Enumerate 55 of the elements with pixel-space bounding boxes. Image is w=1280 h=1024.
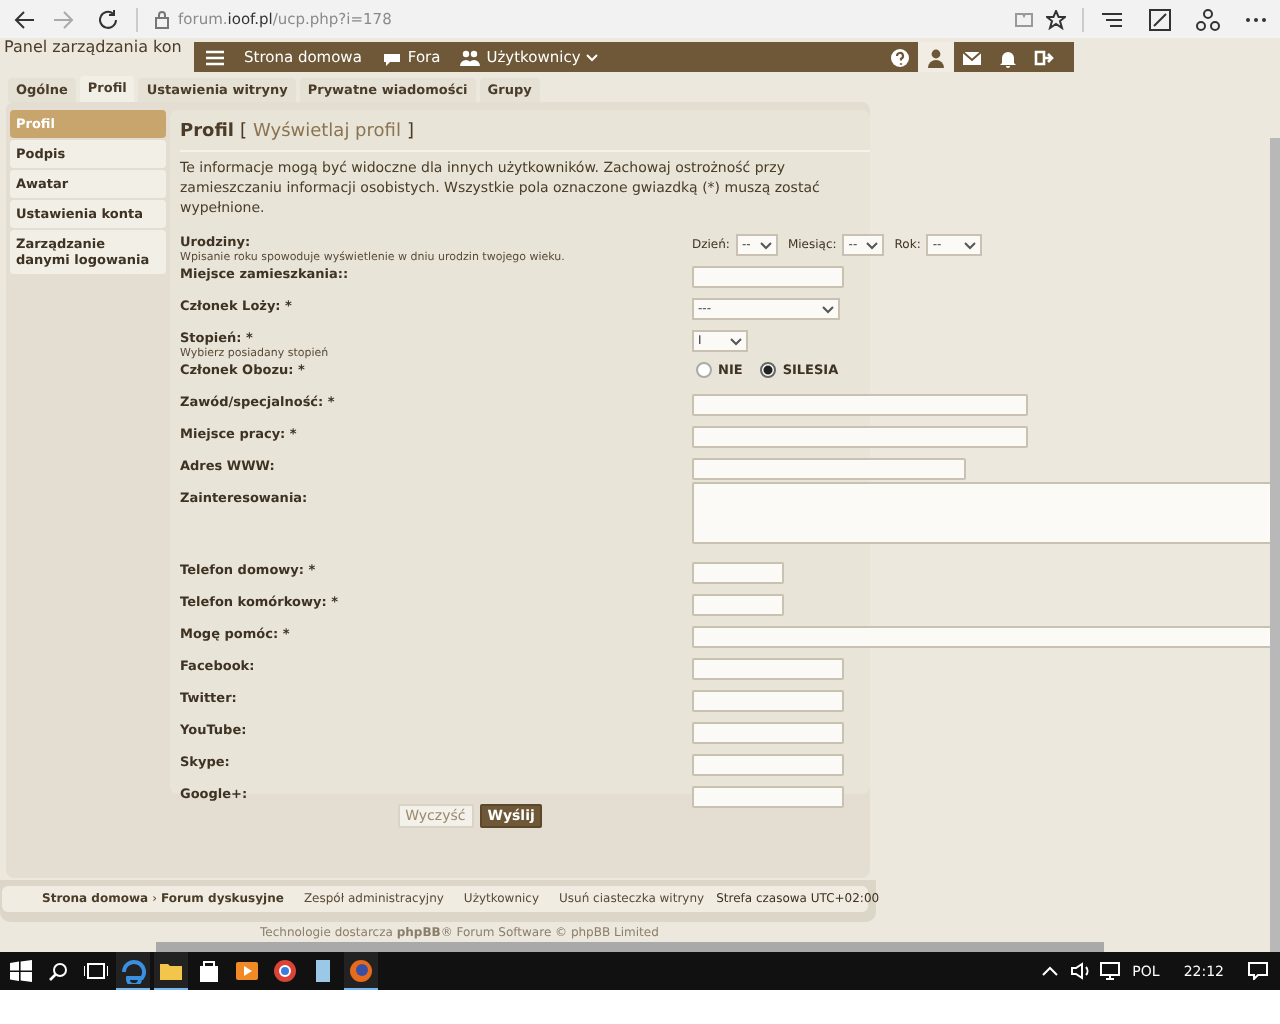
caret-icon (759, 241, 772, 249)
notification-icon[interactable] (1248, 962, 1268, 980)
caret-icon (730, 337, 742, 345)
caret-icon (822, 305, 834, 313)
caret-icon (866, 241, 879, 249)
input-field[interactable] (692, 394, 1028, 416)
input-field[interactable] (692, 722, 844, 744)
input-field[interactable] (692, 786, 844, 808)
envelope-icon (962, 47, 982, 67)
browser-icon (120, 957, 146, 983)
menu-icon[interactable] (206, 49, 224, 65)
radio-button[interactable] (696, 362, 712, 378)
reload-icon[interactable] (96, 7, 120, 31)
input-field[interactable] (692, 658, 844, 680)
input-field[interactable] (692, 594, 784, 616)
windows-start-icon[interactable] (10, 960, 32, 982)
page-heading: Panel zarządzania kon (2, 38, 184, 58)
speaker-icon[interactable] (1070, 962, 1091, 980)
logout-icon (1034, 47, 1054, 67)
lock-icon (154, 9, 170, 29)
star-icon[interactable] (1046, 9, 1066, 29)
bag-icon (196, 957, 222, 983)
vertical-scrollbar[interactable] (1270, 138, 1280, 952)
users-icon (460, 47, 481, 67)
section-title: Profil (180, 122, 234, 142)
bracket: ] (406, 122, 414, 142)
input-field[interactable] (692, 626, 1276, 648)
input-field[interactable] (692, 754, 844, 776)
taskbar-app[interactable] (116, 952, 150, 990)
taskbar-app[interactable] (154, 952, 188, 990)
document-icon (310, 957, 336, 983)
input-field[interactable] (692, 458, 966, 480)
task-view-icon[interactable] (84, 962, 108, 980)
input-field[interactable] (692, 266, 844, 288)
network-icon[interactable] (1100, 962, 1121, 980)
caret-icon (964, 241, 977, 249)
user-icon (926, 47, 946, 67)
radio-button[interactable] (760, 362, 777, 378)
bracket: [ (239, 122, 247, 142)
reading-view-icon[interactable] (1014, 9, 1034, 29)
share-icon[interactable] (1196, 7, 1220, 31)
help-icon (890, 47, 910, 67)
hub-icon[interactable] (1100, 9, 1124, 29)
bell-icon (998, 47, 1018, 67)
media-icon (234, 957, 260, 983)
more-icon[interactable] (1244, 15, 1268, 23)
chevron-up-icon[interactable] (1042, 966, 1059, 976)
search-icon[interactable] (48, 961, 68, 981)
input-field[interactable] (692, 562, 784, 584)
view-profile-link[interactable]: Wyświetlaj profil (253, 122, 401, 142)
taskbar-app[interactable] (344, 952, 378, 990)
back-icon[interactable] (12, 7, 36, 31)
input-field[interactable] (692, 690, 844, 712)
user-button[interactable] (918, 42, 954, 72)
input-field[interactable] (692, 426, 1028, 448)
